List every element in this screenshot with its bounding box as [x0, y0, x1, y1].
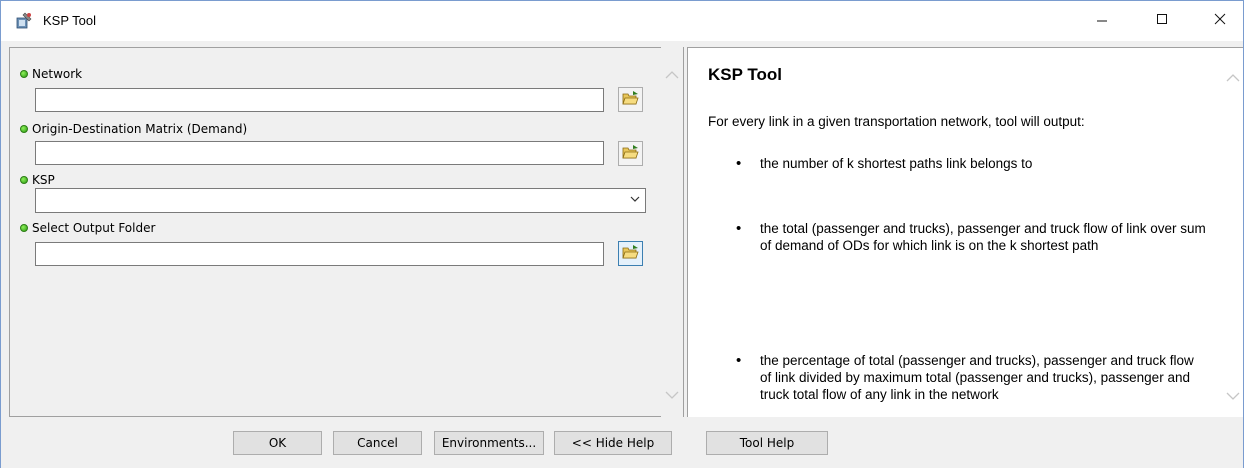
ksp-tool-icon — [15, 12, 33, 30]
help-bullet-list: the number of k shortest paths link belo… — [736, 155, 1206, 402]
network-label: Network — [17, 67, 82, 81]
help-bullet: the number of k shortest paths link belo… — [736, 155, 1206, 172]
close-icon — [1214, 12, 1226, 30]
output-folder-label-text: Select Output Folder — [32, 221, 156, 235]
network-browse-button[interactable] — [618, 87, 643, 112]
required-param-dot-icon — [20, 125, 28, 133]
tool-help-button[interactable]: Tool Help — [706, 431, 828, 455]
title-bar: KSP Tool — [1, 1, 1243, 41]
od-matrix-browse-button[interactable] — [618, 141, 643, 166]
help-title: KSP Tool — [708, 65, 782, 84]
required-param-dot-icon — [20, 70, 28, 78]
minimize-icon — [1096, 12, 1108, 30]
output-folder-input[interactable] — [35, 242, 604, 266]
help-bullet: the percentage of total (passenger and t… — [736, 352, 1206, 403]
ksp-dropdown[interactable] — [35, 188, 646, 213]
required-param-dot-icon — [20, 224, 28, 232]
od-matrix-label: Origin-Destination Matrix (Demand) — [17, 122, 247, 136]
help-bullet: the total (passenger and trucks), passen… — [736, 220, 1206, 254]
chevron-up-icon[interactable] — [1226, 70, 1240, 86]
ksp-label-text: KSP — [32, 173, 55, 187]
open-folder-icon — [621, 244, 640, 263]
cancel-button[interactable]: Cancel — [333, 431, 422, 455]
chevron-down-icon[interactable] — [665, 387, 679, 403]
output-folder-label: Select Output Folder — [17, 221, 155, 235]
help-scrollbar[interactable] — [1223, 47, 1243, 417]
maximize-button[interactable] — [1139, 1, 1185, 41]
parameters-scrollbar[interactable] — [661, 47, 683, 417]
hide-help-button[interactable]: << Hide Help — [554, 431, 672, 455]
network-input[interactable] — [35, 88, 604, 112]
help-intro: For every link in a given transportation… — [708, 114, 1085, 129]
chevron-down-icon[interactable] — [1226, 388, 1240, 404]
minimize-button[interactable] — [1079, 1, 1125, 41]
od-matrix-label-text: Origin-Destination Matrix (Demand) — [32, 122, 248, 136]
network-label-text: Network — [32, 67, 83, 81]
open-folder-icon — [621, 90, 640, 109]
chevron-up-icon[interactable] — [665, 67, 679, 83]
ksp-label: KSP — [17, 173, 55, 187]
maximize-icon — [1156, 12, 1168, 30]
chevron-down-icon[interactable] — [629, 193, 641, 208]
open-folder-icon — [621, 144, 640, 163]
od-matrix-input[interactable] — [35, 141, 604, 165]
close-button[interactable] — [1197, 1, 1243, 41]
environments-button[interactable]: Environments... — [434, 431, 544, 455]
output-folder-browse-button[interactable] — [618, 241, 643, 266]
ksp-tool-window: KSP Tool Network Origin-Destination Matr… — [0, 0, 1244, 468]
ok-button[interactable]: OK — [233, 431, 322, 455]
required-param-dot-icon — [20, 176, 28, 184]
window-title: KSP Tool — [43, 13, 97, 28]
